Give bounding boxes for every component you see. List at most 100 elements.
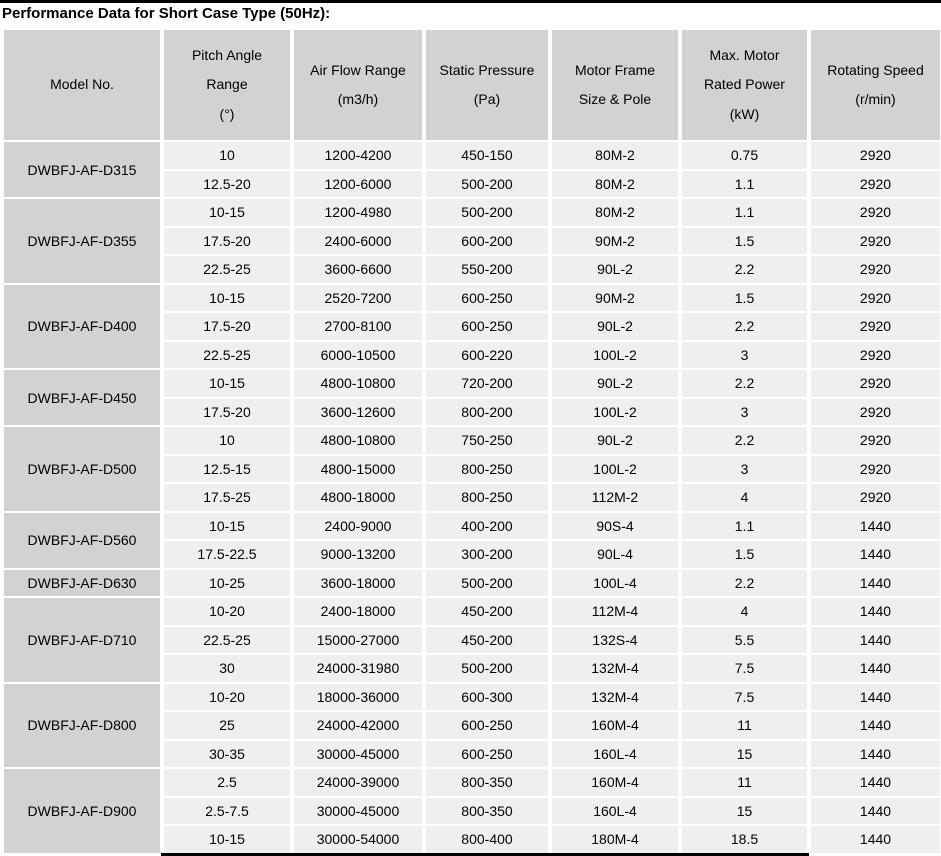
data-cell-col2: 24000-31980	[294, 655, 422, 682]
model-cell: DWBFJ-AF-D900	[4, 769, 160, 853]
data-cell-col6: 1440	[811, 740, 940, 767]
table-row: DWBFJ-AF-D560 10-15 2400-9000 400-200 90S-4 1…	[4, 512, 940, 568]
table-row: DWBFJ-AF-D355 10-15 1200-4980 500-200 80M-2 1…	[4, 199, 940, 283]
data-cell-col3: 400-200	[426, 512, 548, 539]
data-cell-col1: 10-15	[164, 826, 290, 853]
data-cell-col6: 1440	[811, 598, 940, 625]
data-cell-col4: 160L-4	[552, 740, 678, 767]
data-cell-col1: 10	[164, 142, 290, 169]
data-cell-col5: 0.75	[682, 142, 807, 169]
data-cell-col5: 11	[682, 712, 807, 739]
column-header-2: Air Flow Range (m3/h)	[294, 30, 422, 140]
data-cell-col5: 1.5	[682, 284, 807, 311]
data-cell-col4: 90L-2	[552, 370, 678, 397]
data-cell-col3: 500-200	[426, 199, 548, 226]
data-cell-col5: 3	[682, 455, 807, 482]
data-cell-col6: 1440	[811, 626, 940, 653]
data-cell-col4: 80M-2	[552, 170, 678, 197]
data-cell-col3: 800-350	[426, 769, 548, 796]
data-cell-col3: 600-200	[426, 227, 548, 254]
model-cell: DWBFJ-AF-D355	[4, 199, 160, 283]
column-header-1: Pitch Angle Range (°)	[164, 30, 290, 140]
data-cell-col1: 30-35	[164, 740, 290, 767]
data-cell-col2: 2520-7200	[294, 284, 422, 311]
table-row: DWBFJ-AF-D710 10-20 2400-18000 450-200 112M-…	[4, 598, 940, 682]
data-cell-col5: 3	[682, 398, 807, 425]
data-cell-col6: 2920	[811, 370, 940, 397]
data-cell-col4: 90S-4	[552, 512, 678, 539]
data-cell-col1: 17.5-20	[164, 313, 290, 340]
model-cell: DWBFJ-AF-D500	[4, 427, 160, 511]
table-row: DWBFJ-AF-D800 10-20 18000-36000 600-300 132M…	[4, 683, 940, 767]
data-cell-col4: 90L-2	[552, 313, 678, 340]
data-cell-col2: 15000-27000	[294, 626, 422, 653]
data-cell-col3: 300-200	[426, 541, 548, 568]
data-cell-col4: 100L-4	[552, 569, 678, 596]
data-cell-col6: 2920	[811, 398, 940, 425]
data-cell-col5: 7.5	[682, 683, 807, 710]
data-cell-col2: 24000-42000	[294, 712, 422, 739]
model-cell: DWBFJ-AF-D450	[4, 370, 160, 425]
data-cell-col2: 3600-18000	[294, 569, 422, 596]
top-divider	[0, 0, 941, 3]
data-cell-col1: 30	[164, 655, 290, 682]
data-cell-col3: 550-200	[426, 256, 548, 283]
data-cell-col2: 4800-18000	[294, 484, 422, 511]
data-cell-col2: 30000-45000	[294, 797, 422, 824]
data-cell-col6: 2920	[811, 455, 940, 482]
data-cell-col4: 90L-2	[552, 256, 678, 283]
data-cell-col3: 800-250	[426, 455, 548, 482]
data-cell-col3: 800-350	[426, 797, 548, 824]
data-cell-col6: 2920	[811, 313, 940, 340]
data-cell-col6: 2920	[811, 256, 940, 283]
data-cell-col5: 7.5	[682, 655, 807, 682]
data-cell-col2: 9000-13200	[294, 541, 422, 568]
data-cell-col6: 2920	[811, 284, 940, 311]
data-cell-col1: 17.5-25	[164, 484, 290, 511]
data-cell-col1: 12.5-20	[164, 170, 290, 197]
data-cell-col6: 1440	[811, 512, 940, 539]
data-cell-col3: 750-250	[426, 427, 548, 454]
data-cell-col6: 2920	[811, 427, 940, 454]
model-cell: DWBFJ-AF-D315	[4, 142, 160, 197]
table-row: DWBFJ-AF-D500 10 4800-10800 750-250 90L-2 2.2…	[4, 427, 940, 511]
data-cell-col3: 500-200	[426, 655, 548, 682]
data-cell-col2: 3600-12600	[294, 398, 422, 425]
data-cell-col5: 1.1	[682, 199, 807, 226]
data-cell-col3: 600-250	[426, 740, 548, 767]
data-cell-col3: 450-150	[426, 142, 548, 169]
model-cell: DWBFJ-AF-D560	[4, 512, 160, 568]
data-cell-col3: 600-250	[426, 284, 548, 311]
column-header-6: Rotating Speed (r/min)	[811, 30, 940, 140]
data-cell-col5: 4	[682, 484, 807, 511]
data-cell-col2: 2700-8100	[294, 313, 422, 340]
data-cell-col6: 1440	[811, 541, 940, 568]
data-cell-col5: 15	[682, 740, 807, 767]
data-cell-col2: 18000-36000	[294, 683, 422, 710]
data-cell-col1: 22.5-25	[164, 256, 290, 283]
data-cell-col4: 180M-4	[552, 826, 678, 853]
data-cell-col5: 2.2	[682, 569, 807, 596]
data-cell-col5: 1.1	[682, 170, 807, 197]
data-cell-col6: 1440	[811, 797, 940, 824]
data-cell-col3: 600-220	[426, 341, 548, 368]
data-cell-col5: 4	[682, 598, 807, 625]
data-cell-col4: 100L-2	[552, 398, 678, 425]
model-cell: DWBFJ-AF-D630	[4, 569, 160, 596]
column-header-0: Model No.	[4, 30, 160, 140]
data-cell-col3: 800-250	[426, 484, 548, 511]
data-cell-col2: 4800-15000	[294, 455, 422, 482]
column-header-4: Motor Frame Size & Pole	[552, 30, 678, 140]
data-cell-col4: 160M-4	[552, 769, 678, 796]
table-row: DWBFJ-AF-D315 10 1200-4200 450-150 80M-2 0.75…	[4, 142, 940, 197]
data-cell-col3: 800-400	[426, 826, 548, 853]
header-row: Model No. Pitch Angle Range (°) Air Flow R…	[4, 30, 940, 140]
data-cell-col2: 30000-54000	[294, 826, 422, 853]
data-cell-col1: 10-15	[164, 284, 290, 311]
data-cell-col6: 1440	[811, 712, 940, 739]
data-cell-col4: 112M-4	[552, 598, 678, 625]
data-cell-col6: 1440	[811, 683, 940, 710]
data-cell-col6: 2920	[811, 341, 940, 368]
data-cell-col6: 1440	[811, 826, 940, 853]
data-cell-col6: 2920	[811, 170, 940, 197]
